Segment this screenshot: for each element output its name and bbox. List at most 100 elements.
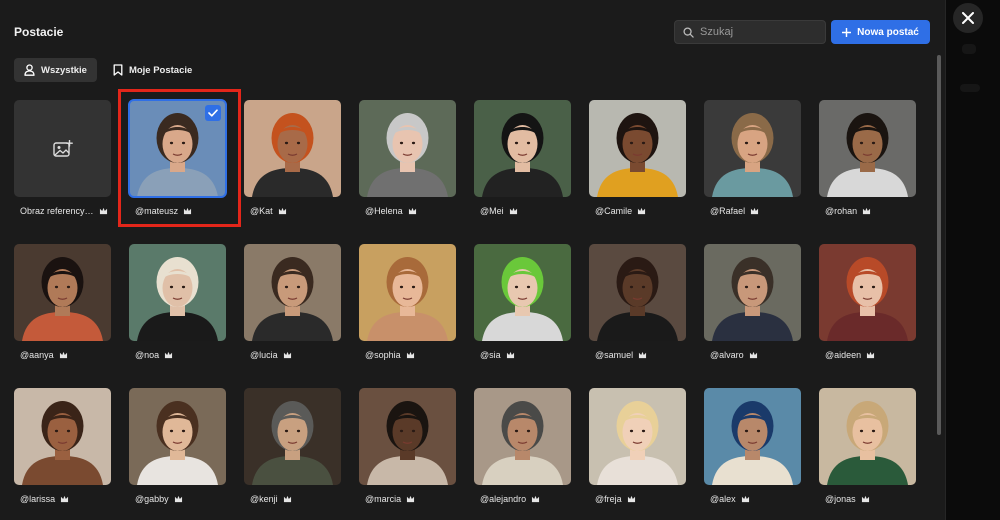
card-label: @marcia bbox=[365, 494, 415, 504]
crown-icon bbox=[749, 351, 757, 359]
card-label: @alex bbox=[710, 494, 750, 504]
character-card[interactable]: @Kat bbox=[244, 100, 341, 216]
portrait-image bbox=[474, 388, 571, 485]
scrollbar-thumb[interactable] bbox=[937, 55, 941, 435]
character-avatar[interactable] bbox=[359, 244, 456, 341]
tab-my-characters[interactable]: Moje Postacie bbox=[103, 58, 202, 82]
character-avatar[interactable] bbox=[474, 388, 571, 485]
character-card[interactable]: @sia bbox=[474, 244, 571, 360]
character-card[interactable]: @larissa bbox=[14, 388, 111, 504]
character-avatar[interactable] bbox=[129, 388, 226, 485]
character-avatar[interactable] bbox=[704, 388, 801, 485]
crown-icon bbox=[278, 207, 286, 215]
filter-tabs: Wszystkie Moje Postacie bbox=[14, 58, 202, 82]
character-card[interactable]: @jonas bbox=[819, 388, 916, 504]
character-avatar[interactable] bbox=[14, 388, 111, 485]
search-input[interactable] bbox=[700, 26, 810, 38]
character-avatar[interactable] bbox=[244, 100, 341, 197]
character-name: @aanya bbox=[20, 350, 54, 360]
character-card[interactable]: @sophia bbox=[359, 244, 456, 360]
crown-icon bbox=[59, 351, 67, 359]
character-card[interactable]: @mateusz bbox=[128, 99, 227, 216]
character-card[interactable]: @noa bbox=[129, 244, 226, 360]
character-card[interactable]: @alejandro bbox=[474, 388, 571, 504]
character-avatar[interactable] bbox=[474, 244, 571, 341]
crown-icon bbox=[174, 495, 182, 503]
character-card[interactable]: @rohan bbox=[819, 100, 916, 216]
character-card[interactable]: @aideen bbox=[819, 244, 916, 360]
character-name: @mateusz bbox=[135, 206, 179, 216]
card-label: @Kat bbox=[250, 206, 287, 216]
character-avatar[interactable] bbox=[589, 100, 686, 197]
portrait-image bbox=[704, 388, 801, 485]
character-avatar[interactable] bbox=[244, 244, 341, 341]
card-label: Obraz referency… bbox=[20, 206, 108, 216]
crown-icon bbox=[532, 495, 540, 503]
character-avatar[interactable] bbox=[128, 99, 227, 198]
portrait-image bbox=[14, 244, 111, 341]
character-avatar[interactable] bbox=[819, 388, 916, 485]
character-card[interactable]: @Helena bbox=[359, 100, 456, 216]
reference-image-thumb[interactable] bbox=[14, 100, 111, 197]
character-name: @Kat bbox=[250, 206, 273, 216]
character-card[interactable]: @gabby bbox=[129, 388, 226, 504]
character-name: @Camile bbox=[595, 206, 633, 216]
character-avatar[interactable] bbox=[704, 100, 801, 197]
card-label: @freja bbox=[595, 494, 636, 504]
character-avatar[interactable] bbox=[474, 100, 571, 197]
close-icon bbox=[962, 12, 974, 24]
character-card[interactable]: @alvaro bbox=[704, 244, 801, 360]
character-card[interactable]: @Camile bbox=[589, 100, 686, 216]
tab-all[interactable]: Wszystkie bbox=[14, 58, 97, 82]
character-avatar[interactable] bbox=[704, 244, 801, 341]
search-box[interactable] bbox=[674, 20, 826, 44]
character-avatar[interactable] bbox=[589, 244, 686, 341]
character-avatar[interactable] bbox=[129, 244, 226, 341]
crown-icon bbox=[627, 495, 635, 503]
character-avatar[interactable] bbox=[359, 388, 456, 485]
character-avatar[interactable] bbox=[244, 388, 341, 485]
reference-image-card[interactable]: Obraz referency… bbox=[14, 100, 111, 216]
portrait-image bbox=[704, 100, 801, 197]
character-avatar[interactable] bbox=[589, 388, 686, 485]
character-name: @alvaro bbox=[710, 350, 744, 360]
crown-icon bbox=[406, 351, 414, 359]
card-label: @lucia bbox=[250, 350, 292, 360]
scrollbar[interactable] bbox=[937, 55, 941, 435]
character-name: @sia bbox=[480, 350, 501, 360]
portrait-image bbox=[244, 244, 341, 341]
character-avatar[interactable] bbox=[359, 100, 456, 197]
card-label: @kenji bbox=[250, 494, 292, 504]
card-label: @Rafael bbox=[710, 206, 759, 216]
person-icon bbox=[24, 64, 35, 76]
character-card[interactable]: @kenji bbox=[244, 388, 341, 504]
crown-icon bbox=[407, 495, 415, 503]
close-button[interactable] bbox=[953, 3, 983, 33]
character-avatar[interactable] bbox=[14, 244, 111, 341]
character-name: @kenji bbox=[250, 494, 278, 504]
character-card[interactable]: @samuel bbox=[589, 244, 686, 360]
character-card[interactable]: @aanya bbox=[14, 244, 111, 360]
crown-icon bbox=[61, 495, 69, 503]
portrait-image bbox=[474, 244, 571, 341]
portrait-image bbox=[14, 388, 111, 485]
portrait-image bbox=[819, 100, 916, 197]
portrait-image bbox=[589, 100, 686, 197]
character-name: @noa bbox=[135, 350, 160, 360]
characters-panel: Postacie Nowa postać Wszystkie Moje Post… bbox=[0, 0, 946, 520]
character-card[interactable]: @lucia bbox=[244, 244, 341, 360]
new-character-button[interactable]: Nowa postać bbox=[831, 20, 930, 44]
card-label: @aanya bbox=[20, 350, 68, 360]
character-name: @rohan bbox=[825, 206, 858, 216]
character-name: @Helena bbox=[365, 206, 403, 216]
page-title: Postacie bbox=[14, 25, 64, 39]
character-avatar[interactable] bbox=[819, 244, 916, 341]
character-card[interactable]: @Rafael bbox=[704, 100, 801, 216]
character-card[interactable]: @alex bbox=[704, 388, 801, 504]
character-card[interactable]: @marcia bbox=[359, 388, 456, 504]
character-card[interactable]: @Mei bbox=[474, 100, 571, 216]
portrait-image bbox=[129, 244, 226, 341]
character-avatar[interactable] bbox=[819, 100, 916, 197]
character-name: @freja bbox=[595, 494, 622, 504]
character-card[interactable]: @freja bbox=[589, 388, 686, 504]
